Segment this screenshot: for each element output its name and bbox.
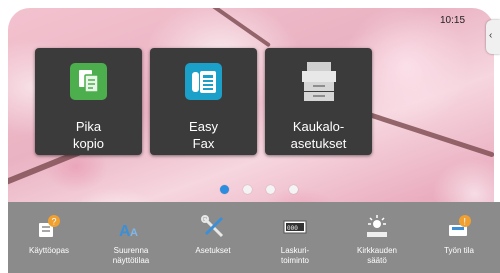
- brightness-icon: [364, 214, 390, 240]
- tile-label: Kaukalo-asetukset: [290, 119, 347, 151]
- settings-tools-icon: [200, 214, 226, 240]
- svg-text:?: ?: [52, 217, 57, 227]
- side-panel-tab[interactable]: ‹: [486, 20, 500, 54]
- chevron-left-icon: ‹: [489, 30, 493, 41]
- toolbar-label: Käyttöopas: [28, 246, 70, 255]
- tile-label: Pika kopio: [72, 119, 105, 151]
- toolbar-brightness-button[interactable]: Kirkkauden säätö: [336, 202, 418, 273]
- counter-icon: 000: [282, 214, 308, 240]
- tile-tray-settings[interactable]: Kaukalo-asetukset: [265, 48, 372, 155]
- printer-icon: [295, 58, 343, 106]
- toolbar-label: Suurenna näyttötilaa: [112, 246, 150, 265]
- tile-quick-copy[interactable]: Pika kopio: [35, 48, 142, 155]
- manual-help-icon: ?: [36, 214, 62, 240]
- toolbar-enlarge-button[interactable]: A A Suurenna näyttötilaa: [90, 202, 172, 273]
- toolbar-label: Kirkkauden säätö: [356, 246, 398, 265]
- job-status-icon: !: [446, 214, 472, 240]
- status-clock: 10:15: [440, 15, 466, 26]
- page-dot[interactable]: [266, 185, 275, 194]
- page-dot[interactable]: [289, 185, 298, 194]
- svg-text:!: !: [464, 217, 467, 227]
- page-dot[interactable]: [243, 185, 252, 194]
- toolbar-job-status-button[interactable]: ! Työn tila: [418, 202, 500, 273]
- font-enlarge-icon: A A: [118, 214, 144, 240]
- toolbar-label: Asetukset: [195, 246, 231, 255]
- toolbar-manual-button[interactable]: ? Käyttöopas: [8, 202, 90, 273]
- tile-label: Easy Fax: [189, 119, 218, 151]
- copy-icon: [70, 63, 107, 100]
- svg-text:000: 000: [287, 225, 298, 232]
- device-panel: 10:15 ‹ Pika kopio Easy Fax Kaukalo- ase…: [0, 0, 500, 273]
- toolbar-counter-button[interactable]: 000 Laskuri-toiminto: [254, 202, 336, 273]
- toolbar-label: Laskuri-toiminto: [280, 246, 310, 265]
- wallpaper-branch: [194, 8, 272, 48]
- bottom-toolbar: ? Käyttöopas A A Suurenna näyttötilaa As…: [8, 202, 500, 273]
- page-dot-active[interactable]: [220, 185, 229, 194]
- toolbar-label: Työn tila: [444, 246, 474, 255]
- svg-text:A: A: [130, 227, 138, 239]
- tile-easy-fax[interactable]: Easy Fax: [150, 48, 257, 155]
- toolbar-settings-button[interactable]: Asetukset: [172, 202, 254, 273]
- fax-icon: [185, 63, 222, 100]
